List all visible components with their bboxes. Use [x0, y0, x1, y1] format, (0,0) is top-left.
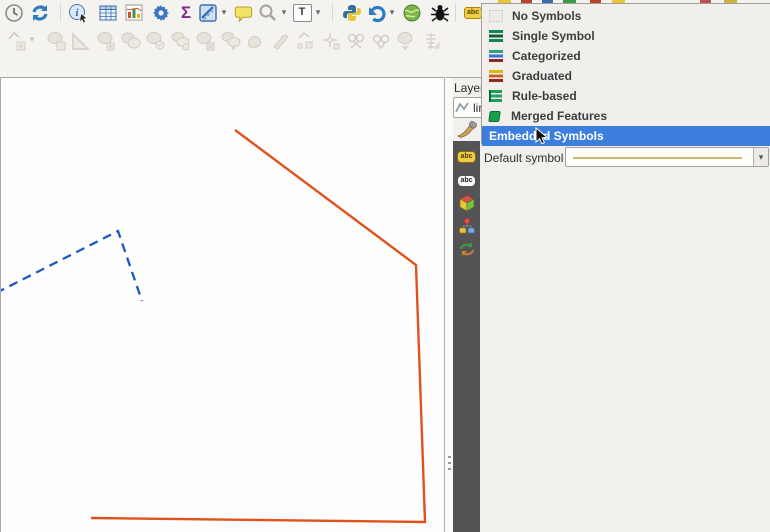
measure-dropdown-caret[interactable]: ▾ — [219, 7, 229, 18]
rule-based-icon — [489, 90, 502, 102]
undo-dropdown-caret[interactable]: ▾ — [387, 7, 397, 18]
temporal-controller-icon[interactable] — [3, 2, 25, 24]
toolbar-separator — [332, 3, 333, 22]
map-features — [1, 78, 444, 531]
digitize-dropdown-caret: ▾ — [27, 34, 37, 45]
zoom-annotation-caret[interactable]: ▾ — [279, 7, 289, 18]
panel-splitter[interactable] — [446, 78, 453, 532]
menu-item-no-symbols[interactable]: No Symbols — [482, 6, 770, 26]
paintbrush-icon — [457, 121, 477, 139]
digitize-tool-icon — [270, 30, 292, 52]
zoom-annotation-icon[interactable] — [257, 2, 279, 24]
toolbar-separator — [455, 3, 456, 22]
digitize-tool-icon — [395, 30, 417, 52]
tab-history[interactable] — [453, 239, 480, 259]
styling-tab-strip: abc abc — [453, 141, 480, 532]
tab-3d-view[interactable] — [453, 193, 480, 213]
python-console-icon[interactable] — [341, 2, 363, 24]
digitize-tool-icon — [295, 30, 317, 52]
tab-labels[interactable]: abc — [453, 147, 480, 167]
menu-item-single-symbol[interactable]: Single Symbol — [482, 26, 770, 46]
panel-title: Layer — [454, 81, 484, 95]
digitize-tool-icon — [145, 30, 167, 52]
dashed-line-feature — [1, 231, 142, 301]
tab-symbology[interactable] — [453, 118, 480, 141]
menu-item-label: Graduated — [512, 69, 572, 83]
solid-line-feature — [91, 130, 425, 522]
text-annotation-glyph: T — [293, 4, 312, 22]
line-geometry-icon — [454, 100, 470, 116]
menu-item-label: Merged Features — [511, 109, 607, 123]
menu-item-label: Single Symbol — [512, 29, 595, 43]
digitize-tool-icon — [170, 30, 192, 52]
refresh-map-icon[interactable] — [29, 2, 51, 24]
menu-item-categorized[interactable]: Categorized — [482, 46, 770, 66]
statistical-summary-icon[interactable] — [123, 2, 145, 24]
no-symbols-icon — [489, 10, 503, 22]
text-annotation-icon[interactable]: T — [291, 2, 313, 24]
cube-3d-icon — [458, 194, 476, 212]
symbology-context-menu: No Symbols Single Symbol Categorized Gra… — [481, 3, 770, 144]
map-tips-icon[interactable] — [233, 2, 255, 24]
tab-diagrams[interactable] — [453, 216, 480, 236]
text-annotation-caret[interactable]: ▾ — [313, 7, 323, 18]
digitize-tool-icon — [370, 30, 392, 52]
digitize-tool-icon — [70, 30, 92, 52]
digitize-tool-icon — [245, 30, 267, 52]
digitize-tool-icon — [345, 30, 367, 52]
digitize-tool-icon — [95, 30, 117, 52]
single-symbol-icon — [489, 30, 503, 42]
digitize-tool-icon — [420, 30, 442, 52]
qgis-window: i Σ ▾ ▾ T ▾ ▾ abc — [0, 0, 770, 532]
mouse-cursor-icon — [535, 127, 549, 145]
symbol-preview-line — [573, 157, 742, 159]
sum-features-icon[interactable]: Σ — [175, 2, 197, 24]
categorized-icon — [489, 50, 503, 62]
menu-item-rule-based[interactable]: Rule-based — [482, 86, 770, 106]
digitize-tool-icon — [195, 30, 217, 52]
merged-features-icon — [488, 111, 501, 122]
toolbar-separator — [60, 3, 61, 22]
graduated-icon — [489, 70, 503, 82]
history-arrows-icon — [458, 241, 476, 257]
digitize-tool-icon — [120, 30, 142, 52]
grass-tools-icon[interactable] — [401, 2, 423, 24]
abc-badge: abc — [464, 7, 482, 19]
menu-item-label: Rule-based — [512, 89, 577, 103]
map-canvas[interactable] — [0, 77, 445, 532]
default-symbol-combobox[interactable]: ▾ — [565, 147, 769, 167]
identify-features-icon[interactable]: i — [68, 2, 90, 24]
digitize-tool-icon — [5, 30, 27, 52]
combobox-caret-icon[interactable]: ▾ — [753, 148, 768, 166]
menu-item-graduated[interactable]: Graduated — [482, 66, 770, 86]
attribute-table-icon[interactable] — [97, 2, 119, 24]
menu-item-embedded-symbols[interactable]: Embedded Symbols — [482, 126, 770, 146]
diagram-icon — [458, 217, 476, 235]
digitize-tool-icon — [45, 30, 67, 52]
digitize-tool-icon — [220, 30, 242, 52]
default-symbol-label: Default symbol — [484, 151, 563, 165]
measure-icon[interactable] — [197, 2, 219, 24]
menu-item-merged-features[interactable]: Merged Features — [482, 106, 770, 126]
undo-icon[interactable] — [365, 2, 387, 24]
splitter-handle-icon — [448, 456, 451, 474]
debugging-icon[interactable] — [429, 2, 451, 24]
processing-gear-icon[interactable] — [150, 2, 172, 24]
menu-item-label: No Symbols — [512, 9, 581, 23]
tab-masks[interactable]: abc — [453, 171, 480, 191]
digitize-tool-icon — [320, 30, 342, 52]
masks-abc-icon: abc — [457, 175, 475, 187]
menu-item-label: Categorized — [512, 49, 581, 63]
labels-abc-icon: abc — [457, 151, 475, 163]
